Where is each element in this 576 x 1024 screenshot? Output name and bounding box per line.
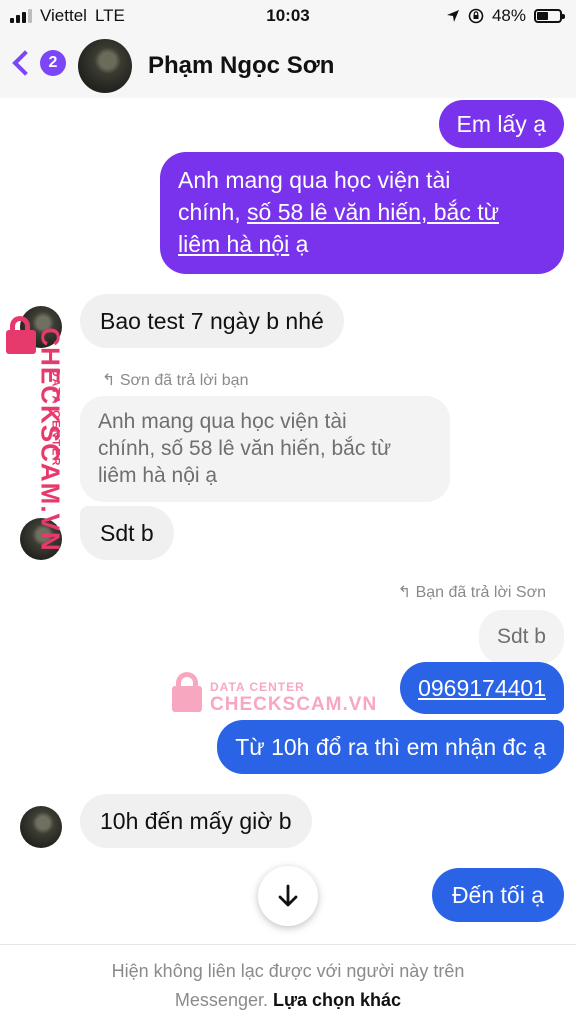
watermark-horizontal: DATA CENTER CHECKSCAM.VN	[172, 672, 376, 716]
message-list[interactable]: Em lấy ạ Anh mang qua học viện tài chính…	[0, 98, 576, 944]
location-arrow-icon	[446, 10, 459, 22]
message-line: chính, số 58 lê văn hiến, bắc từ	[178, 196, 546, 228]
unavailable-footer: Hiện không liên lạc được với người này t…	[0, 944, 576, 1024]
status-right: 48%	[446, 6, 565, 26]
conversation-header: 2 Phạm Ngọc Sơn	[0, 32, 576, 98]
phone-link[interactable]: 0969174401	[418, 675, 546, 701]
footer-text-line: Hiện không liên lạc được với người này t…	[111, 961, 465, 981]
sender-avatar[interactable]	[20, 806, 62, 848]
quoted-message[interactable]: Sdt b	[478, 610, 564, 664]
battery-fill	[537, 12, 548, 20]
status-bar: Viettel LTE 10:03 48%	[0, 0, 576, 32]
other-options-link[interactable]: Lựa chọn khác	[273, 990, 401, 1010]
message-text: Sdt b	[100, 520, 154, 546]
footer-text-line: Messenger.	[174, 990, 268, 1010]
arrow-down-icon	[278, 884, 298, 907]
outgoing-message[interactable]: Từ 10h đổ ra thì em nhận đc ạ	[217, 720, 564, 774]
address-link[interactable]: liêm hà nội	[178, 231, 289, 257]
address-link[interactable]: số 58 lê văn hiến, bắc từ	[247, 199, 499, 225]
message-text: 10h đến mấy giờ b	[100, 808, 292, 834]
message-text: chính,	[178, 199, 248, 225]
rotation-lock-icon	[468, 8, 484, 24]
message-text: Đến tối ạ	[451, 882, 544, 908]
unread-badge: 2	[40, 50, 66, 76]
watermark-big-text: CHECKSCAM.VN	[210, 694, 378, 715]
incoming-message[interactable]: 10h đến mấy giờ b	[80, 794, 312, 848]
message-line: liêm hà nội ạ	[178, 228, 546, 260]
reply-note: ↰ Bạn đã trả lời Sơn	[398, 582, 546, 602]
footer-line-2: Messenger. Lựa chọn khác	[0, 986, 576, 1015]
message-line: Anh mang qua học viện tài	[178, 167, 451, 193]
message-text: Em lấy ạ	[456, 111, 546, 137]
watermark-small-text: DATA CENTER	[210, 680, 305, 694]
quote-text: Sdt b	[496, 625, 546, 648]
quote-line: liêm hà nội ạ	[98, 464, 218, 487]
lock-icon	[6, 316, 36, 354]
scroll-to-bottom-button[interactable]	[258, 866, 318, 926]
chevron-left-icon	[12, 50, 38, 76]
back-button[interactable]: 2	[10, 50, 66, 76]
battery-percent: 48%	[491, 6, 526, 25]
outgoing-message[interactable]: Anh mang qua học viện tài chính, số 58 l…	[160, 152, 564, 274]
reply-note-text: Sơn đã trả lời bạn	[119, 372, 249, 389]
reply-note-text: Bạn đã trả lời Sơn	[415, 584, 546, 601]
outgoing-message[interactable]: 0969174401	[400, 662, 564, 714]
reply-arrow-icon: ↰	[102, 372, 120, 389]
contact-avatar[interactable]	[78, 39, 132, 93]
incoming-message[interactable]: Bao test 7 ngày b nhé	[80, 294, 344, 348]
quote-line: Anh mang qua học viện tài	[98, 410, 347, 433]
quoted-message[interactable]: Anh mang qua học viện tài chính, số 58 l…	[80, 396, 450, 502]
watermark-vertical: DATA CENTER CHECKSCAM.VN	[6, 316, 66, 556]
reply-arrow-icon: ↰	[397, 584, 416, 601]
contact-name[interactable]: Phạm Ngọc Sơn	[148, 52, 334, 80]
message-text: Bao test 7 ngày b nhé	[100, 308, 324, 334]
quote-line: chính, số 58 lê văn hiến, bắc từ	[98, 437, 392, 460]
reply-note: ↰ Sơn đã trả lời bạn	[102, 370, 248, 390]
message-text: ạ	[289, 231, 309, 257]
outgoing-message[interactable]: Đến tối ạ	[431, 868, 564, 922]
watermark-big-text: CHECKSCAM.VN	[35, 327, 66, 552]
battery-icon	[534, 9, 565, 23]
message-text: Từ 10h đổ ra thì em nhận đc ạ	[235, 734, 546, 760]
incoming-message[interactable]: Sdt b	[80, 506, 174, 560]
outgoing-message[interactable]: Em lấy ạ	[438, 100, 564, 148]
